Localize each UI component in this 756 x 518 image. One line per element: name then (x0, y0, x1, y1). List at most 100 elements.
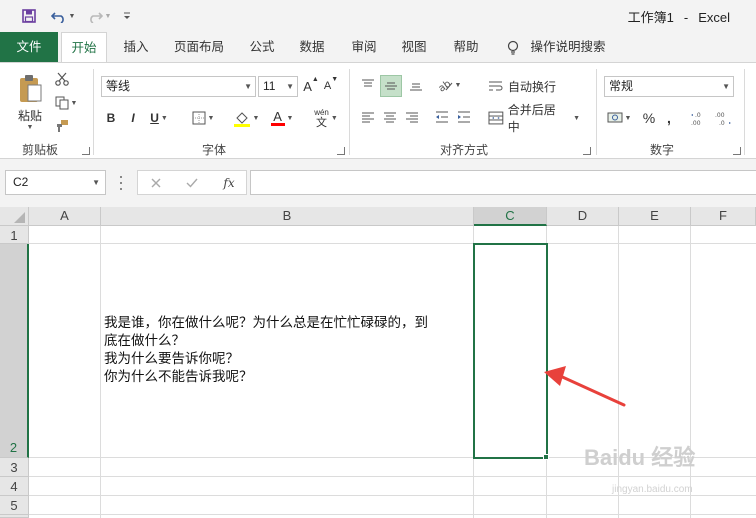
copy-icon[interactable]: ▼ (52, 93, 80, 113)
row-header-4[interactable]: 4 (0, 477, 29, 496)
save-icon[interactable] (18, 6, 40, 26)
font-name-select[interactable]: 等线 ▼ (101, 76, 256, 97)
alignment-launcher-icon[interactable] (583, 147, 591, 155)
name-box[interactable]: C2 ▼ (5, 170, 106, 195)
number-format-select[interactable]: 常规 ▼ (604, 76, 734, 97)
column-header-d[interactable]: D (547, 207, 619, 226)
tab-page-layout[interactable]: 页面布局 (167, 32, 231, 62)
number-launcher-icon[interactable] (733, 147, 741, 155)
app-name: Excel (698, 10, 730, 25)
svg-text:.00: .00 (715, 112, 725, 119)
font-color-button[interactable]: A ▼ (266, 107, 298, 129)
formula-bar-splitter[interactable] (120, 176, 123, 190)
column-header-c[interactable]: C (474, 207, 547, 226)
tab-data[interactable]: 数据 (291, 32, 333, 62)
tab-insert[interactable]: 插入 (115, 32, 157, 62)
align-right-icon[interactable] (402, 107, 422, 127)
customize-quick-access-icon[interactable] (118, 6, 136, 26)
font-name-value: 等线 (106, 79, 131, 93)
decrease-font-size-icon[interactable]: A ▼ (322, 76, 340, 96)
lightbulb-icon[interactable] (507, 40, 519, 55)
fill-color-button[interactable]: ▼ (230, 107, 262, 129)
fill-handle[interactable] (543, 454, 549, 460)
tab-formulas[interactable]: 公式 (241, 32, 283, 62)
align-middle-icon[interactable] (380, 75, 402, 97)
row-header-5[interactable]: 5 (0, 496, 29, 515)
paste-icon (20, 74, 42, 102)
cell-b2-line: 我是谁，你在做什么呢？为什么总是在忙忙碌碌的，到 (104, 315, 428, 330)
column-header-e[interactable]: E (619, 207, 691, 226)
ribbon-home: 粘贴 ▼ ▼ 剪贴板 等线 ▼ 11 ▼ A▲ A▼ B I U▼ ▼ ▼ (0, 62, 756, 159)
align-bottom-icon[interactable] (406, 75, 426, 95)
wrap-text-icon (489, 81, 503, 91)
cancel-icon[interactable] (146, 173, 166, 193)
underline-glyph: U (150, 111, 159, 125)
column-header-f[interactable]: F (691, 207, 756, 226)
row-header-2[interactable]: 2 (0, 244, 29, 458)
tab-view[interactable]: 视图 (393, 32, 435, 62)
tab-file[interactable]: 文件 (0, 32, 58, 62)
decrease-decimal-icon[interactable]: .00.0 (714, 107, 734, 129)
clipboard-launcher-icon[interactable] (82, 147, 90, 155)
group-divider (596, 69, 597, 155)
align-top-icon[interactable] (358, 75, 378, 95)
wrap-text-label: 自动换行 (508, 79, 557, 94)
active-cell-c2[interactable] (473, 243, 548, 459)
borders-button[interactable]: ▼ (188, 107, 218, 129)
group-divider (744, 69, 745, 155)
redo-icon[interactable]: ▼ (84, 6, 114, 26)
check-icon[interactable] (182, 173, 202, 193)
formula-input[interactable] (250, 170, 756, 195)
chevron-down-icon: ▼ (92, 178, 100, 187)
column-header-b[interactable]: B (101, 207, 474, 226)
wrap-text-button[interactable]: 自动换行 (488, 75, 568, 97)
comma-style-button[interactable]: , (662, 107, 676, 129)
row-header-3[interactable]: 3 (0, 458, 29, 477)
font-size-value: 11 (263, 79, 276, 93)
gridline (29, 495, 756, 496)
clipboard-group-label: 剪贴板 (21, 143, 58, 157)
underline-button[interactable]: U ▼ (146, 107, 172, 129)
cell-b2-line: 我为什么要告诉你呢？ (104, 351, 239, 366)
cut-icon[interactable] (52, 69, 72, 89)
tab-help[interactable]: 帮助 (445, 32, 487, 62)
merge-center-button[interactable]: 合并后居中 ▼ (488, 103, 580, 134)
gridline (29, 514, 756, 515)
insert-function-button[interactable]: fx (218, 173, 240, 193)
increase-decimal-icon[interactable]: .0.00 (690, 107, 710, 129)
font-size-select[interactable]: 11 ▼ (258, 76, 298, 97)
tell-me-search[interactable]: 操作说明搜索 (527, 32, 609, 62)
cell-a1[interactable] (30, 226, 100, 243)
phonetic-glyph-bottom: 文 (316, 117, 328, 129)
group-divider (93, 69, 94, 155)
italic-button[interactable]: I (124, 107, 142, 129)
increase-font-size-icon[interactable]: A ▲ (302, 76, 320, 96)
font-color-glyph: A (273, 109, 282, 124)
increase-indent-icon[interactable] (454, 107, 474, 127)
decrease-indent-icon[interactable] (432, 107, 452, 127)
percent-style-button[interactable]: % (640, 107, 658, 129)
watermark-brand: Baidu 经验 (584, 445, 696, 470)
font-launcher-icon[interactable] (337, 147, 345, 155)
title-bar: ▼ ▼ 工作簿1- Excel (0, 0, 756, 32)
column-header-a[interactable]: A (29, 207, 101, 226)
undo-icon[interactable]: ▼ (48, 6, 78, 26)
watermark-url: jingyan.baidu.com (612, 484, 693, 495)
grow-font-glyph: A (303, 78, 312, 94)
accounting-format-icon[interactable]: ▼ (604, 107, 634, 129)
formula-controls: fx (137, 170, 247, 195)
paste-button[interactable]: 粘贴 ▼ (12, 69, 48, 135)
phonetic-guide-button[interactable]: wén 文 ▼ (310, 105, 342, 131)
bold-button[interactable]: B (102, 107, 120, 129)
align-center-icon[interactable] (380, 107, 400, 127)
row-header-1[interactable]: 1 (0, 226, 29, 244)
cell-b1[interactable] (101, 226, 473, 243)
format-painter-icon[interactable] (52, 116, 72, 136)
tab-review[interactable]: 审阅 (343, 32, 385, 62)
align-left-icon[interactable] (358, 107, 378, 127)
tab-home[interactable]: 开始 (61, 32, 107, 63)
gridline (690, 226, 691, 518)
borders-icon (192, 111, 206, 125)
orientation-icon[interactable]: ab ▼ (434, 75, 464, 95)
select-all-corner[interactable] (0, 207, 29, 226)
